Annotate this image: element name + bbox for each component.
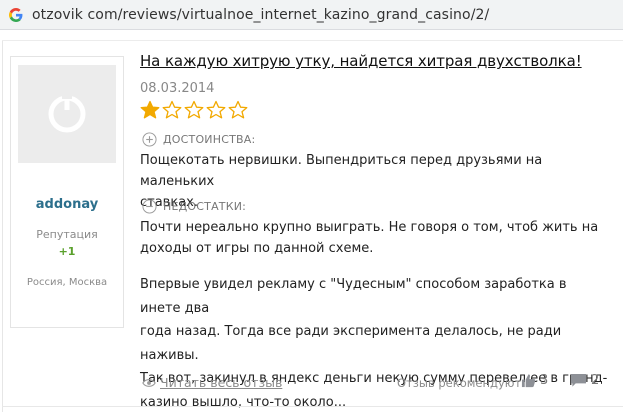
reputation-value: +1 (58, 245, 76, 258)
card-divider-bottom (2, 406, 623, 407)
star-empty-icon (184, 100, 204, 119)
review-date: 08.03.2014 (140, 81, 215, 96)
like-button[interactable]: 3 (521, 373, 548, 388)
pros-label: ДОСТОИНСТВА: (163, 133, 256, 146)
avatar[interactable] (18, 65, 116, 163)
body-line: казино вышло, что-то около... (140, 394, 347, 410)
review-footer: Читать весь отзыв Отзыв рекомендуют: 3 2 (140, 373, 610, 393)
recommended-label: Отзыв рекомендуют: (397, 376, 526, 390)
user-panel: addonay Репутация +1 Россия, Москва (10, 56, 124, 328)
star-empty-icon (228, 100, 248, 119)
review-card: addonay Репутация +1 Россия, Москва На к… (0, 40, 623, 412)
card-border (2, 40, 3, 412)
body-line: Впервые увидел рекламу с "Чудесным" спос… (140, 277, 567, 316)
minus-circle-icon (142, 199, 157, 214)
pros-header: ДОСТОИНСТВА: (142, 132, 255, 147)
user-location: Россия, Москва (26, 277, 108, 288)
star-empty-icon (206, 100, 226, 119)
url-text[interactable]: otzovik com/reviews/virtualnoe_internet_… (32, 7, 489, 23)
review-title[interactable]: На каждую хитрую утку, найдется хитрая д… (140, 52, 582, 70)
url-host: otzovik (32, 6, 83, 23)
eye-icon (142, 378, 156, 387)
read-full-review-label[interactable]: Читать весь отзыв (160, 375, 282, 390)
username[interactable]: addonay (11, 197, 123, 212)
thumbs-up-icon (521, 374, 536, 388)
google-icon (9, 7, 23, 22)
url-path: com/reviews/virtualnoe_internet_kazino_g… (82, 6, 490, 23)
cons-label: НЕДОСТАТКИ: (163, 200, 247, 213)
cons-line: Почти нереально крупно выиграть. Не гово… (140, 220, 599, 235)
reputation-label: Репутация (36, 228, 98, 241)
body-line: года назад. Тогда все ради эксперимента … (140, 324, 562, 363)
star-filled-icon (140, 100, 160, 119)
default-avatar-icon (48, 94, 86, 133)
comment-icon (571, 373, 586, 387)
likes-count: 3 (540, 373, 549, 388)
cons-line: доходы от игры по данной схеме. (140, 241, 374, 256)
address-bar[interactable]: otzovik com/reviews/virtualnoe_internet_… (0, 0, 623, 30)
cons-text: Почти нереально крупно выиграть. Не гово… (140, 217, 600, 259)
star-empty-icon (162, 100, 182, 119)
comments-count: 2 (591, 373, 600, 388)
read-full-review-link[interactable]: Читать весь отзыв (142, 375, 282, 390)
star-rating (140, 100, 248, 120)
plus-circle-icon (142, 132, 157, 147)
card-divider-top (2, 40, 623, 41)
cons-header: НЕДОСТАТКИ: (142, 199, 246, 214)
comments-button[interactable]: 2 (570, 373, 599, 388)
pros-line: Пощекотать нервишки. Выпендриться перед … (140, 153, 543, 189)
